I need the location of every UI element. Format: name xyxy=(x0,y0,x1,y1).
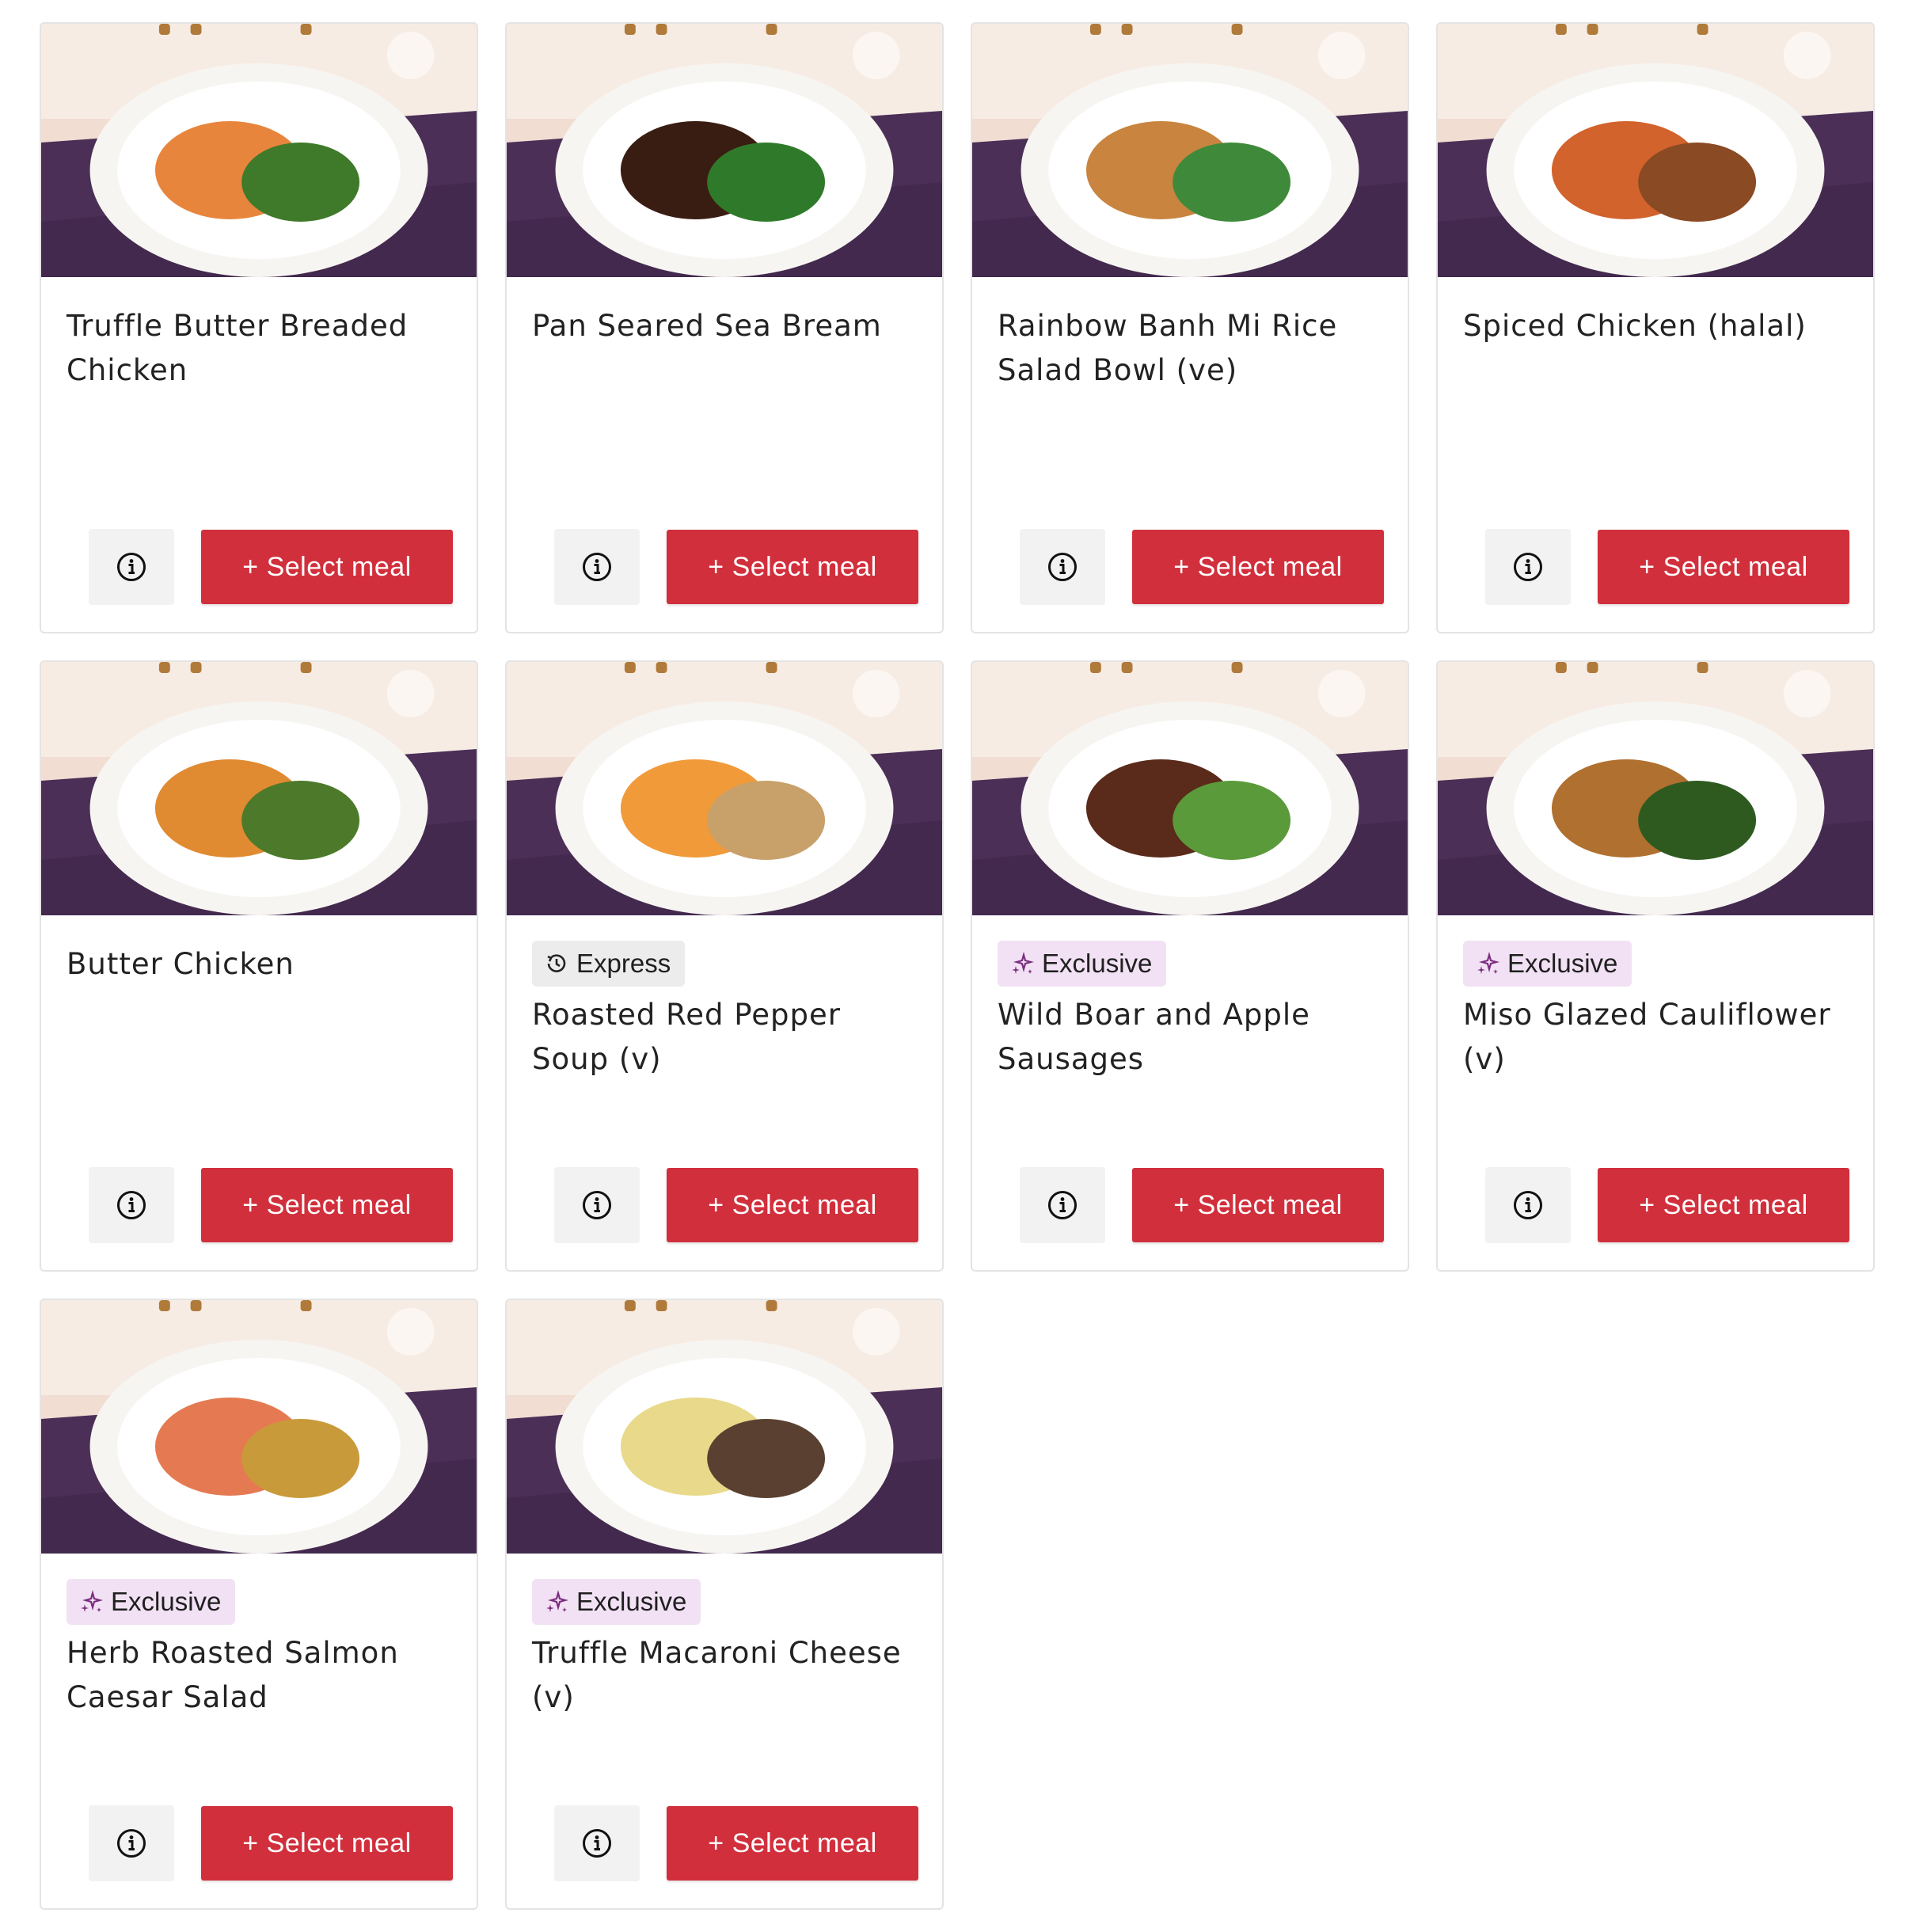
badge-label: Exclusive xyxy=(1042,949,1153,978)
meal-photo xyxy=(1438,24,1873,277)
info-circle-icon xyxy=(1514,553,1542,581)
info-button[interactable] xyxy=(1020,529,1105,605)
info-button[interactable] xyxy=(1485,529,1571,605)
select-meal-button[interactable]: + Select meal xyxy=(1132,1168,1384,1242)
meal-photo xyxy=(972,24,1408,277)
badge-label: Exclusive xyxy=(111,1587,222,1616)
meal-title: Butter Chicken xyxy=(67,947,295,981)
info-circle-icon xyxy=(117,1829,146,1858)
select-meal-button[interactable]: + Select meal xyxy=(1132,530,1384,604)
info-circle-icon xyxy=(583,553,611,581)
info-button[interactable] xyxy=(89,1805,174,1881)
meal-card: Truffle Butter Breaded Chicken + Select … xyxy=(40,22,478,633)
info-circle-icon xyxy=(1048,1191,1077,1219)
badge-label: Exclusive xyxy=(1507,949,1618,978)
meal-photo xyxy=(1438,662,1873,915)
meal-card: Exclusive Herb Roasted Salmon Caesar Sal… xyxy=(40,1299,478,1910)
badge-label: Express xyxy=(576,949,671,978)
meal-title: Rainbow Banh Mi Rice Salad Bowl (ve) xyxy=(998,309,1338,387)
info-button[interactable] xyxy=(554,529,640,605)
express-badge: Express xyxy=(532,941,686,987)
meal-photo xyxy=(972,662,1408,915)
meal-card: Spiced Chicken (halal) + Select meal xyxy=(1436,22,1875,633)
info-circle-icon xyxy=(1514,1191,1542,1219)
exclusive-badge: Exclusive xyxy=(532,1579,701,1625)
info-button[interactable] xyxy=(554,1805,640,1881)
meal-card: Exclusive Truffle Macaroni Cheese (v) + … xyxy=(505,1299,944,1910)
meal-title: Spiced Chicken (halal) xyxy=(1463,309,1807,343)
select-meal-button[interactable]: + Select meal xyxy=(201,530,453,604)
meal-card: Exclusive Wild Boar and Apple Sausages +… xyxy=(971,660,1409,1272)
meal-title: Roasted Red Pepper Soup (v) xyxy=(532,998,841,1076)
exclusive-badge: Exclusive xyxy=(67,1579,236,1625)
select-meal-button[interactable]: + Select meal xyxy=(667,1806,918,1881)
info-circle-icon xyxy=(583,1191,611,1219)
meal-card: Pan Seared Sea Bream + Select meal xyxy=(505,22,944,633)
meal-title: Pan Seared Sea Bream xyxy=(532,309,882,343)
meal-card: Exclusive Miso Glazed Cauliflower (v) + … xyxy=(1436,660,1875,1272)
info-button[interactable] xyxy=(1020,1167,1105,1243)
sparkle-icon xyxy=(1012,951,1035,974)
info-button[interactable] xyxy=(1485,1167,1571,1243)
meal-title: Truffle Butter Breaded Chicken xyxy=(67,309,409,387)
meal-photo xyxy=(41,24,477,277)
exclusive-badge: Exclusive xyxy=(1463,941,1632,987)
info-circle-icon xyxy=(583,1829,611,1858)
clock-express-icon xyxy=(547,954,566,972)
select-meal-button[interactable]: + Select meal xyxy=(201,1168,453,1242)
info-button[interactable] xyxy=(89,1167,174,1243)
info-circle-icon xyxy=(1048,553,1077,581)
meal-card: Rainbow Banh Mi Rice Salad Bowl (ve) + S… xyxy=(971,22,1409,633)
meal-photo xyxy=(507,1300,942,1554)
meal-title: Miso Glazed Cauliflower (v) xyxy=(1463,998,1831,1076)
meal-title: Herb Roasted Salmon Caesar Salad xyxy=(67,1636,399,1714)
info-circle-icon xyxy=(117,553,146,581)
meal-card: Express Roasted Red Pepper Soup (v) + Se… xyxy=(505,660,944,1272)
meal-grid: Truffle Butter Breaded Chicken + Select … xyxy=(40,22,1878,1910)
select-meal-button[interactable]: + Select meal xyxy=(667,530,918,604)
sparkle-icon xyxy=(546,1589,569,1612)
select-meal-button[interactable]: + Select meal xyxy=(1598,1168,1849,1242)
select-meal-button[interactable]: + Select meal xyxy=(1598,530,1849,604)
select-meal-button[interactable]: + Select meal xyxy=(201,1806,453,1881)
meal-card: Butter Chicken + Select meal xyxy=(40,660,478,1272)
sparkle-icon xyxy=(1477,951,1500,974)
meal-title: Truffle Macaroni Cheese (v) xyxy=(532,1636,902,1714)
info-circle-icon xyxy=(117,1191,146,1219)
meal-photo xyxy=(507,662,942,915)
badge-label: Exclusive xyxy=(576,1587,687,1616)
meal-photo xyxy=(507,24,942,277)
exclusive-badge: Exclusive xyxy=(998,941,1167,987)
sparkle-icon xyxy=(81,1589,104,1612)
meal-photo xyxy=(41,1300,477,1554)
info-button[interactable] xyxy=(554,1167,640,1243)
meal-title: Wild Boar and Apple Sausages xyxy=(998,998,1310,1076)
meal-photo xyxy=(41,662,477,915)
select-meal-button[interactable]: + Select meal xyxy=(667,1168,918,1242)
info-button[interactable] xyxy=(89,529,174,605)
